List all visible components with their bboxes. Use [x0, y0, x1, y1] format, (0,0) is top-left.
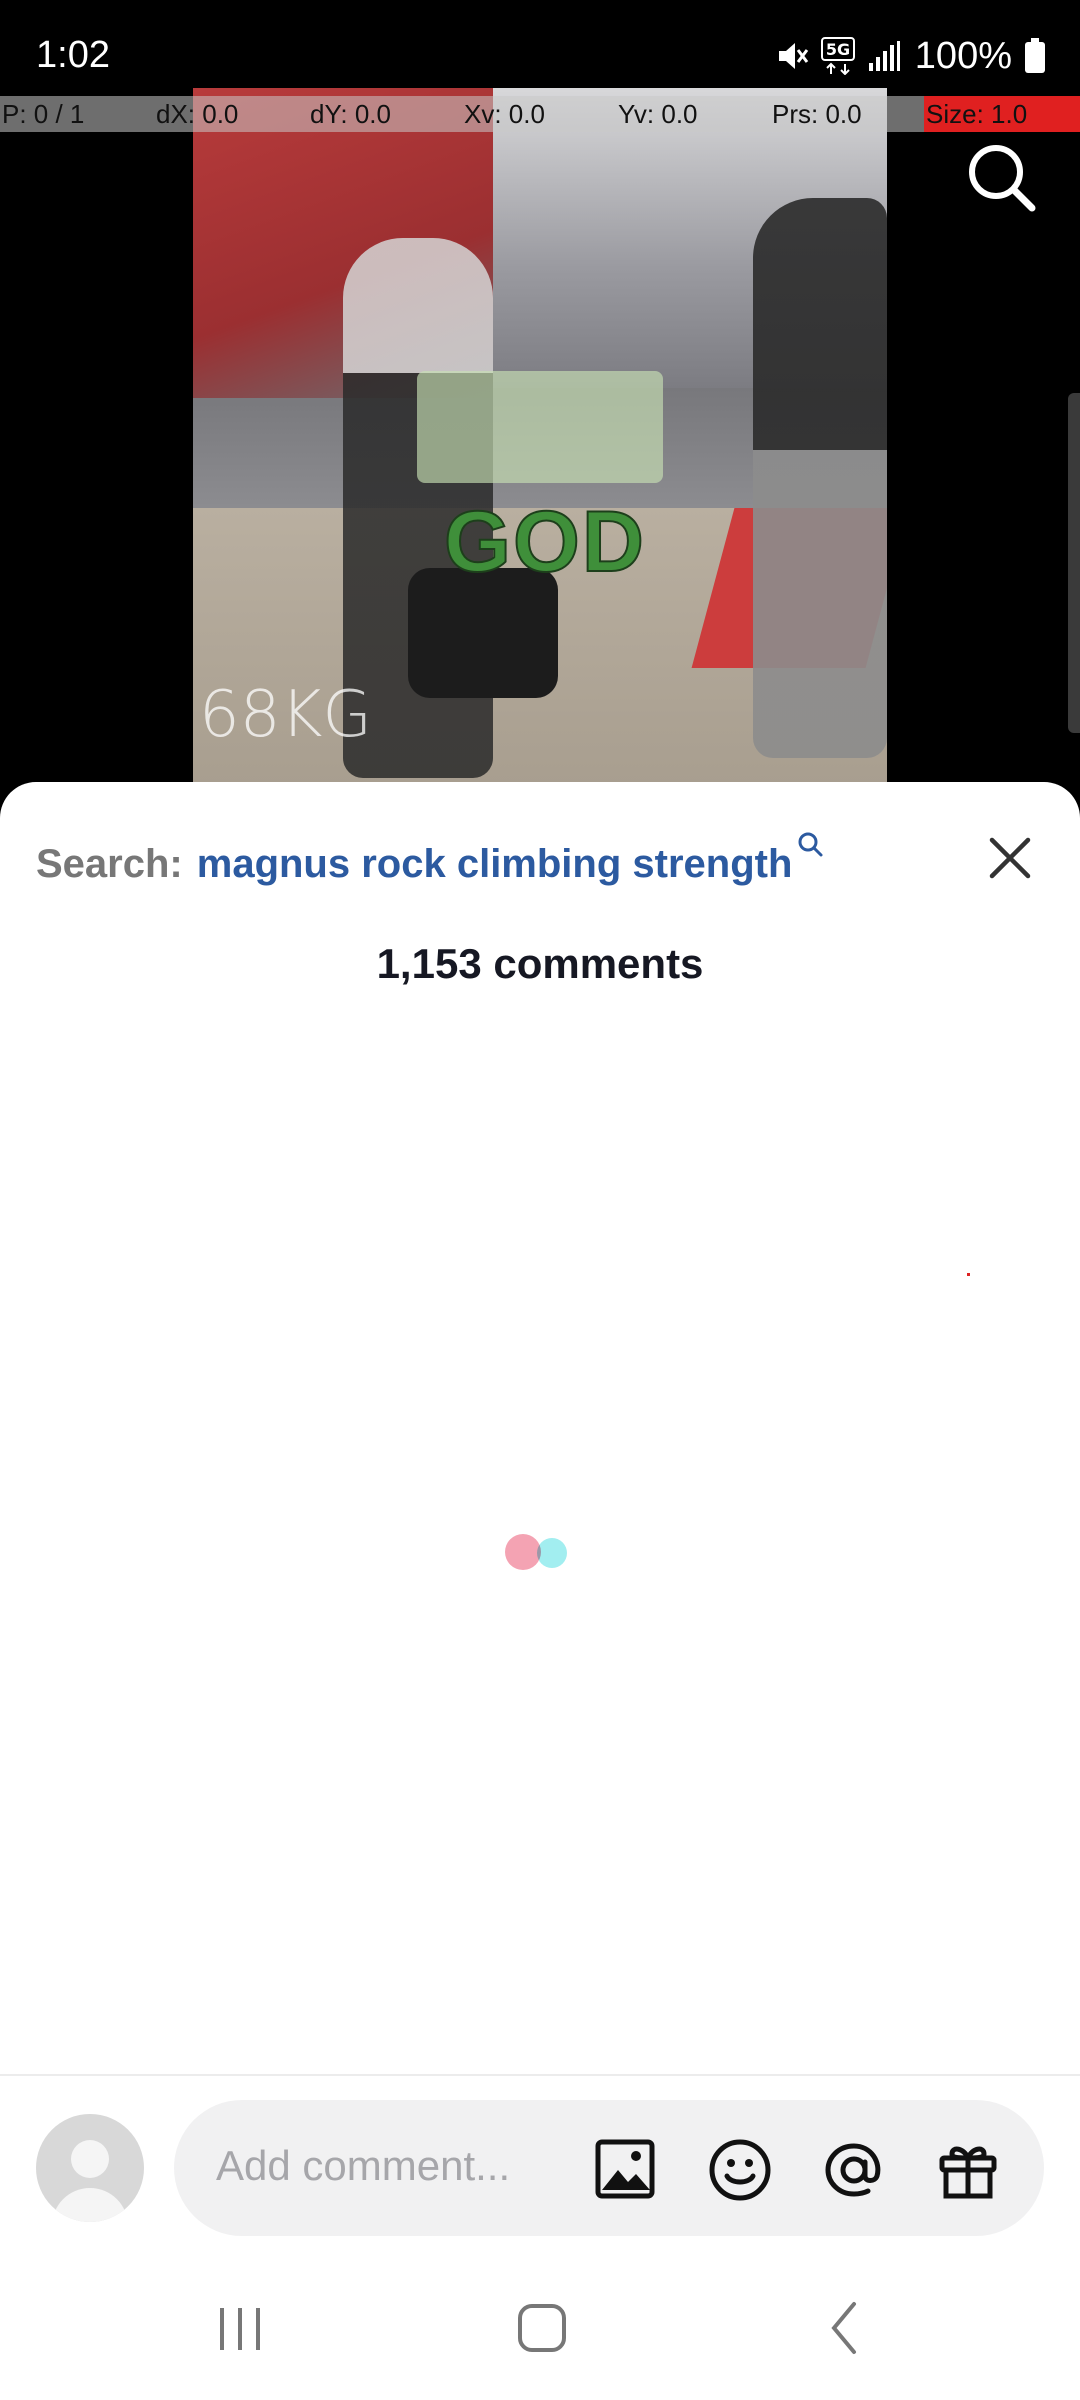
debug-xv: Xv: 0.0	[464, 99, 545, 129]
search-icon	[969, 145, 1036, 212]
status-bar: 1:02 5G 100%	[0, 0, 1080, 88]
image-button[interactable]	[594, 2138, 656, 2200]
query-search-icon	[796, 830, 826, 865]
avatar[interactable]	[36, 2114, 144, 2222]
home-button[interactable]	[502, 2290, 582, 2360]
debug-dy: dY: 0.0	[310, 99, 391, 129]
video-frame[interactable]: GOD 68KG	[193, 88, 887, 788]
close-button[interactable]	[980, 828, 1040, 888]
search-query-link[interactable]: magnus rock climbing strength	[197, 842, 793, 887]
video-watermark: 68KG	[199, 678, 372, 752]
video-person-spectator	[753, 198, 887, 758]
system-nav-bar	[0, 2250, 1080, 2400]
comments-sheet: Search: magnus rock climbing strength 1,…	[0, 782, 1080, 2400]
back-icon	[831, 2302, 856, 2354]
scroll-handle[interactable]	[1068, 393, 1080, 733]
loading-spinner	[505, 1534, 575, 1570]
battery-icon	[1024, 38, 1046, 74]
avatar-body	[52, 2188, 128, 2222]
5g-icon: 5G	[820, 37, 855, 75]
loader-dot-pink	[505, 1534, 541, 1570]
search-suggestion[interactable]: Search: magnus rock climbing strength	[36, 832, 1036, 894]
debug-yv: Yv: 0.0	[618, 99, 698, 129]
battery-percent: 100%	[914, 35, 1012, 77]
emoji-button[interactable]	[708, 2138, 771, 2201]
comment-placeholder: Add comment...	[216, 2142, 511, 2189]
recent-apps-button[interactable]	[200, 2290, 280, 2360]
status-icons: 5G 100%	[775, 34, 1046, 78]
debug-dx: dX: 0.0	[156, 99, 239, 129]
svg-text:5G: 5G	[826, 40, 850, 59]
search-prefix-label: Search:	[36, 841, 183, 886]
search-button[interactable]	[964, 140, 1040, 216]
video-caption-text: GOD	[443, 493, 646, 591]
image-icon	[595, 2139, 655, 2199]
stray-dot	[967, 1273, 970, 1276]
mute-icon	[775, 39, 809, 73]
status-time: 1:02	[36, 34, 110, 76]
gift-icon	[939, 2146, 997, 2199]
signal-icon	[867, 39, 901, 73]
comments-count: 1,153 comments	[376, 940, 704, 987]
debug-pointer: P: 0 / 1	[2, 99, 85, 129]
back-button[interactable]	[804, 2290, 884, 2360]
debug-prs: Prs: 0.0	[772, 99, 862, 129]
home-icon	[518, 2304, 566, 2352]
at-mention-icon	[825, 2143, 881, 2197]
close-icon	[989, 837, 1031, 879]
debug-size: Size: 1.0	[924, 96, 1080, 132]
loader-dot-cyan	[537, 1538, 567, 1568]
input-divider	[0, 2074, 1080, 2076]
recent-apps-icon	[220, 2308, 260, 2350]
pointer-debug-overlay: P: 0 / 1 dX: 0.0 dY: 0.0 Xv: 0.0 Yv: 0.0…	[0, 96, 1080, 132]
emoji-icon	[709, 2139, 771, 2201]
comment-input[interactable]: Add comment...	[174, 2100, 1044, 2236]
video-player[interactable]: GOD 68KG	[0, 88, 1080, 788]
video-sticker-box	[417, 371, 663, 483]
gift-button[interactable]	[936, 2138, 998, 2200]
mention-button[interactable]	[822, 2138, 884, 2200]
avatar-head	[71, 2140, 109, 2178]
